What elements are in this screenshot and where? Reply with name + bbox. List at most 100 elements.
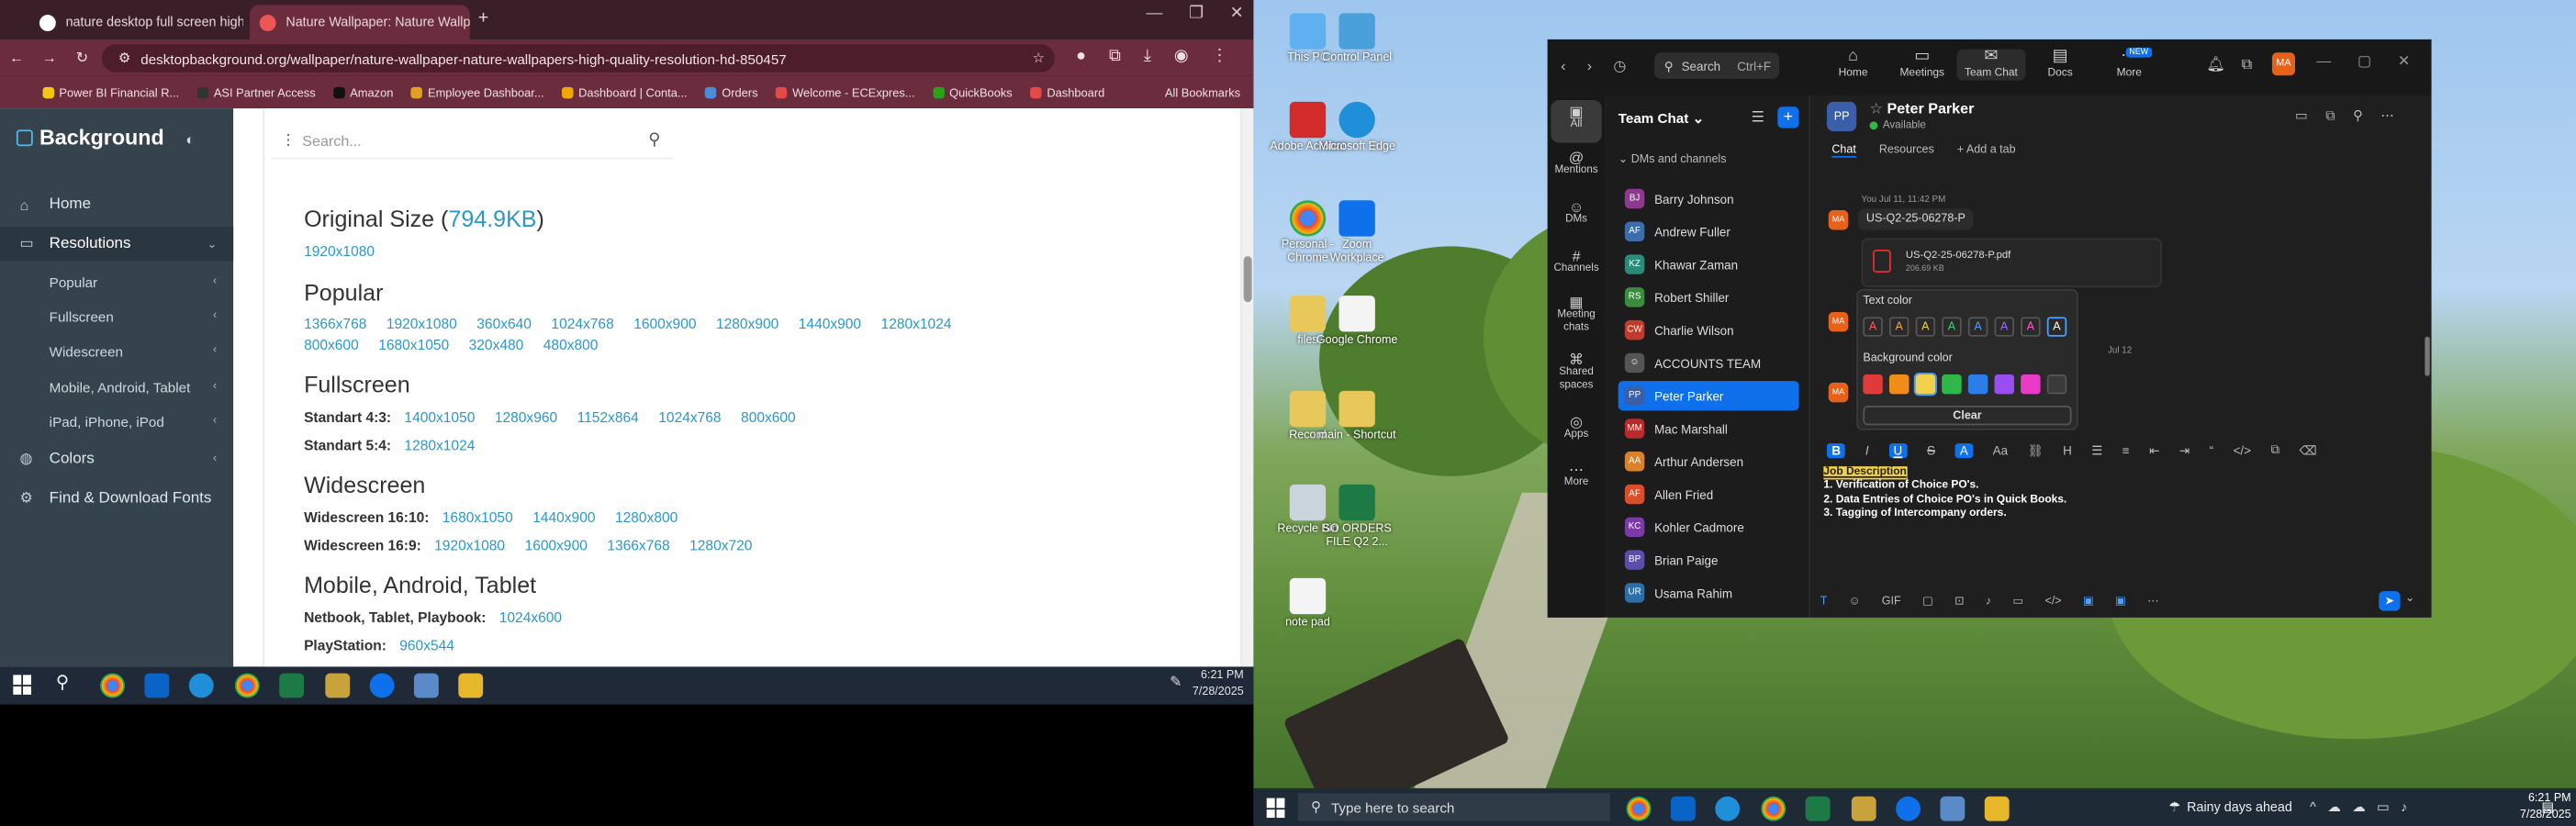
resolution-link[interactable]: 480x800 [543,337,599,353]
resolution-link[interactable]: 1152x864 [577,409,639,426]
site-logo[interactable]: Background [16,125,164,150]
emoji-icon[interactable]: ☺ [1849,596,1861,608]
file-attachment[interactable]: US-Q2-25-06278-P.pdf 206.69 KB [1861,238,2163,288]
app-icon[interactable]: ▣ [2115,595,2126,608]
excel-icon[interactable] [1805,796,1831,821]
star-icon[interactable]: ☆ [1869,100,1882,117]
bold-icon[interactable]: B [1826,442,1846,458]
star-icon[interactable]: ☆ [1033,50,1046,68]
forward-icon[interactable]: → [33,50,66,66]
filter-icon[interactable]: ☰ [1752,108,1764,127]
calculator-icon[interactable] [1940,796,1966,821]
add-tab-button[interactable]: + Add a tab [1957,144,2016,157]
original-resolution-link[interactable]: 1920x1080 [304,243,375,260]
maximize-icon[interactable]: ▢ [2358,52,2371,71]
sidebar-item-mobile[interactable]: Mobile, Android, Tablet ‹ [0,370,233,405]
resolution-link[interactable]: 320x480 [469,337,524,353]
notepad-icon[interactable] [1851,796,1876,821]
bookmark-item[interactable]: Orders [705,84,758,99]
text-color-swatch[interactable]: A [1967,317,1988,337]
cloud-icon[interactable]: ☁ [2327,799,2340,814]
more-icon[interactable]: ⋯ [2380,108,2393,125]
network-icon[interactable]: ▭ [2377,799,2390,814]
resolution-link[interactable]: 1920x1080 [434,537,505,553]
contact-item[interactable]: BP Brian Paige [1618,545,1799,575]
contact-item[interactable]: AF Andrew Fuller [1618,217,1799,246]
resolution-link[interactable]: 1440x900 [532,509,595,526]
strikethrough-icon[interactable]: S [1927,442,1935,457]
chat-scrollbar[interactable] [2425,336,2430,376]
address-bar[interactable]: ⚙ desktopbackground.org/wallpaper/nature… [101,44,1055,73]
rail-channels[interactable]: # Channels [1551,249,1601,276]
bg-color-swatch[interactable] [1994,374,2014,395]
site-search[interactable]: ⋮ Search... ⚲ [271,123,674,160]
contact-item[interactable]: KZ Khawar Zaman [1618,250,1799,279]
resolution-link[interactable]: 1280x800 [615,509,678,526]
heading-icon[interactable]: H [2063,442,2072,457]
resolution-link[interactable]: 1024x768 [551,316,613,332]
text-color-swatch[interactable]: A [1863,317,1883,337]
copy-icon[interactable]: ⧉ [2242,56,2253,74]
app-icon[interactable]: ▣ [2083,595,2094,608]
zoom-icon[interactable] [369,673,395,698]
back-icon[interactable]: ‹ [1561,58,1565,76]
history-icon[interactable]: ◷ [1613,58,1626,76]
resolution-link[interactable]: 1920x1080 [386,316,457,332]
bookmark-item[interactable]: Dashboard | Conta... [562,84,688,99]
bg-color-swatch[interactable] [1967,374,1988,395]
all-bookmarks[interactable]: All Bookmarks [1165,84,1240,99]
search-icon[interactable]: ⚲ [2353,108,2362,125]
text-color-swatch[interactable]: A [1915,317,1936,337]
quote-icon[interactable]: “ [2210,442,2213,457]
site-info-icon[interactable]: ⚙ [118,50,131,68]
new-chat-button[interactable]: + [1777,106,1799,128]
resolution-link[interactable]: 1600x900 [633,316,696,332]
gif-icon[interactable]: GIF [1882,596,1901,608]
bookmark-item[interactable]: Power BI Financial R... [42,84,180,99]
resolution-link[interactable]: 800x600 [741,409,796,426]
maximize-icon[interactable]: ❐ [1189,5,1204,23]
download-icon[interactable]: ⤓ [1144,48,1151,66]
screen-share-icon[interactable]: ⧉ [2325,108,2335,125]
section-header[interactable]: ⌄ DMs and channels [1618,152,1727,166]
notepad-icon[interactable] [325,673,351,698]
message-composer[interactable]: Job Description 1. Verification of Choic… [1823,466,2066,521]
code-snippet-icon[interactable]: </> [2045,596,2062,608]
bullet-list-icon[interactable]: ☰ [2091,442,2102,457]
resolution-link[interactable]: 1280x720 [689,537,752,553]
zoom-nav-docs[interactable]: ▤ Docs [2026,49,2095,81]
underline-icon[interactable]: U [1888,442,1908,458]
contact-item[interactable]: AF Allen Fried [1618,479,1799,508]
resolution-link[interactable]: 1600x900 [525,537,588,553]
rail-dms[interactable]: ☺ DMs [1551,199,1601,227]
chrome-icon[interactable] [100,673,126,698]
forward-icon[interactable]: › [1587,58,1592,76]
text-color-swatch-selected[interactable]: A [2046,317,2067,337]
bookmark-item[interactable]: Employee Dashboar... [411,84,544,99]
calculator-icon[interactable] [413,673,439,698]
browser-tab-1[interactable]: nature desktop full screen high ✕ [29,5,243,39]
indent-icon[interactable]: ⇥ [2179,442,2190,457]
theme-toggle-icon[interactable]: ◐ [185,131,195,148]
close-window-icon[interactable]: ✕ [1230,5,1244,23]
resolution-link[interactable]: 1024x600 [499,609,562,626]
onedrive-icon[interactable]: ☁ [2352,799,2365,814]
sidebar-item-fullscreen[interactable]: Fullscreen ‹ [0,299,233,334]
zoom-search[interactable]: ⚲ Search Ctrl+F [1654,52,1780,79]
bookmark-item[interactable]: ASI Partner Access [196,84,316,99]
chat-header-name[interactable]: ☆ Peter Parker [1869,100,1974,118]
chrome-profile-icon[interactable] [1761,796,1786,821]
bg-color-swatch[interactable] [2021,374,2041,395]
rail-more[interactable]: ⋯ More [1551,463,1601,490]
video-clip-icon[interactable]: ▭ [2012,595,2023,608]
desktop-icon-google-chrome[interactable]: Google Chrome [1316,296,1397,348]
page-scrollbar[interactable] [1241,108,1254,667]
rail-apps[interactable]: ◎ Apps [1551,415,1601,442]
bell-icon[interactable]: 🔔︎ [2206,56,2224,74]
send-options-icon[interactable]: ⌄ [2405,591,2415,605]
resolution-link[interactable]: 360x640 [476,316,532,332]
weather-widget[interactable]: ☂ Rainy days ahead [2168,799,2292,814]
sidebar-item-colors[interactable]: ◍ Colors ‹ [0,441,233,476]
sidebar-item-popular[interactable]: Popular ‹ [0,264,233,299]
zoom-nav-home[interactable]: ⌂ Home [1819,49,1887,81]
